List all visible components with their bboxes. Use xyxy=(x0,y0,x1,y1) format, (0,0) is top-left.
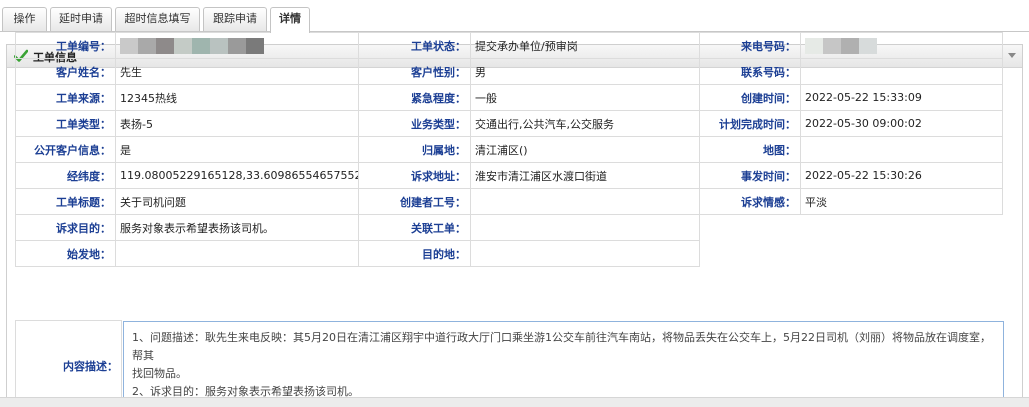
field-label: 计划完成时间： xyxy=(699,110,801,137)
field-label: 诉求目的： xyxy=(15,214,116,241)
field-value: 男 xyxy=(470,58,700,85)
field-value xyxy=(115,240,359,267)
table-row: 诉求目的： 服务对象表示希望表扬该司机。 关联工单： xyxy=(15,214,1003,241)
empty-cell xyxy=(700,215,801,241)
table-row: 客户姓名： 先生 客户性别：男联系号码： xyxy=(15,58,1003,85)
tab-bar: 操作 延时申请 超时信息填写 跟踪申请 详情 xyxy=(0,0,1029,34)
field-label: 来电号码： xyxy=(699,32,801,59)
collapse-icon[interactable] xyxy=(1008,53,1016,58)
field-value: 119.08005229165128,33.60986554657552 xyxy=(115,162,359,189)
field-label: 公开客户信息： xyxy=(15,136,116,163)
tab-operate[interactable]: 操作 xyxy=(2,7,47,31)
field-value: 一般 xyxy=(470,84,700,111)
field-value xyxy=(800,136,1003,163)
field-value: 表扬-5 xyxy=(115,110,359,137)
table-row: 工单编号： 工单状态： 提交承办单位/预审岗 来电号码： xyxy=(15,32,1003,59)
field-value: 12345热线 xyxy=(115,84,359,111)
field-value: 交通出行,公共汽车,公交服务 xyxy=(470,110,700,137)
field-value: 是 xyxy=(115,136,359,163)
field-label: 经纬度： xyxy=(15,162,116,189)
field-value: 2022-05-30 09:00:02 xyxy=(800,110,1003,137)
field-label: 地图： xyxy=(699,136,801,163)
table-row: 工单类型： 表扬-5 业务类型： 交通出行,公共汽车,公交服务 计划完成时间： 2022-… xyxy=(15,110,1003,137)
field-label: 关联工单： xyxy=(358,214,471,241)
content-line: 1、问题描述：耿先生来电反映：其5月20日在清江浦区翔宇中道行政大厅门口乘坐游1… xyxy=(132,331,991,362)
field-label: 业务类型： xyxy=(358,110,471,137)
table-row: 始发地： 目的地： xyxy=(15,240,1003,267)
empty-cell xyxy=(801,241,1003,267)
field-label: 客户性别： xyxy=(358,58,471,85)
empty-cell xyxy=(801,215,1003,241)
field-value: 清江浦区() xyxy=(470,136,700,163)
field-label: 创建者工号： xyxy=(358,188,471,215)
field-value: 提交承办单位/预审岗 xyxy=(470,32,700,59)
field-label: 工单标题： xyxy=(15,188,116,215)
field-value: 淮安市清江浦区水渡口街道 xyxy=(470,162,700,189)
field-label: 联系号码： xyxy=(699,58,801,85)
field-label: 紧急程度： xyxy=(358,84,471,111)
redacted-mosaic xyxy=(805,37,877,54)
field-value xyxy=(800,58,1003,85)
content-description-box[interactable]: 1、问题描述：耿先生来电反映：其5月20日在清江浦区翔宇中道行政大厅门口乘坐游1… xyxy=(123,321,1004,399)
field-value: 服务对象表示希望表扬该司机。 xyxy=(115,214,359,241)
field-label: 归属地： xyxy=(358,136,471,163)
content-line: 找回物品。 xyxy=(132,367,187,380)
field-label: 创建时间： xyxy=(699,84,801,111)
field-label: 事发时间： xyxy=(699,162,801,189)
work-order-detail-table: 工单编号： 工单状态： 提交承办单位/预审岗 来电号码： 客户姓名： 先生 客户性别：男联系… xyxy=(15,32,1003,267)
field-value xyxy=(470,240,700,267)
redacted-mosaic xyxy=(120,37,264,54)
field-value xyxy=(470,214,700,241)
field-value: 先生 xyxy=(115,58,359,85)
tab-delay-request[interactable]: 延时申请 xyxy=(50,7,112,31)
tab-overtime-info[interactable]: 超时信息填写 xyxy=(115,7,200,31)
table-row: 公开客户信息：是归属地： 清江浦区() 地图： xyxy=(15,136,1003,163)
field-label: 目的地： xyxy=(358,240,471,267)
tab-details[interactable]: 详情 xyxy=(270,7,310,33)
table-row: 工单标题： 关于司机问题 创建者工号： 诉求情感： 平淡 xyxy=(15,188,1003,215)
field-label: 诉求情感： xyxy=(699,188,801,215)
field-label: 工单类型： xyxy=(15,110,116,137)
field-label: 工单来源： xyxy=(15,84,116,111)
field-value: 2022-05-22 15:33:09 xyxy=(800,84,1003,111)
field-label: 工单状态： xyxy=(358,32,471,59)
field-value xyxy=(800,32,1003,59)
table-row: 经纬度： 119.08005229165128,33.60986554657552… xyxy=(15,162,1003,189)
field-value: 2022-05-22 15:30:26 xyxy=(800,162,1003,189)
field-value: 平淡 xyxy=(800,188,1003,215)
empty-cell xyxy=(700,241,801,267)
field-value xyxy=(115,32,359,59)
tab-tracking-request[interactable]: 跟踪申请 xyxy=(203,7,267,31)
field-label: 工单编号： xyxy=(15,32,116,59)
field-label: 始发地： xyxy=(15,240,116,267)
table-row: 工单来源： 12345热线 紧急程度： 一般 创建时间： 2022-05-22 15:33… xyxy=(15,84,1003,111)
field-label: 诉求地址： xyxy=(358,162,471,189)
content-label-cell xyxy=(15,320,122,397)
field-value: 关于司机问题 xyxy=(115,188,359,215)
field-label: 客户姓名： xyxy=(15,58,116,85)
field-value xyxy=(470,188,700,215)
